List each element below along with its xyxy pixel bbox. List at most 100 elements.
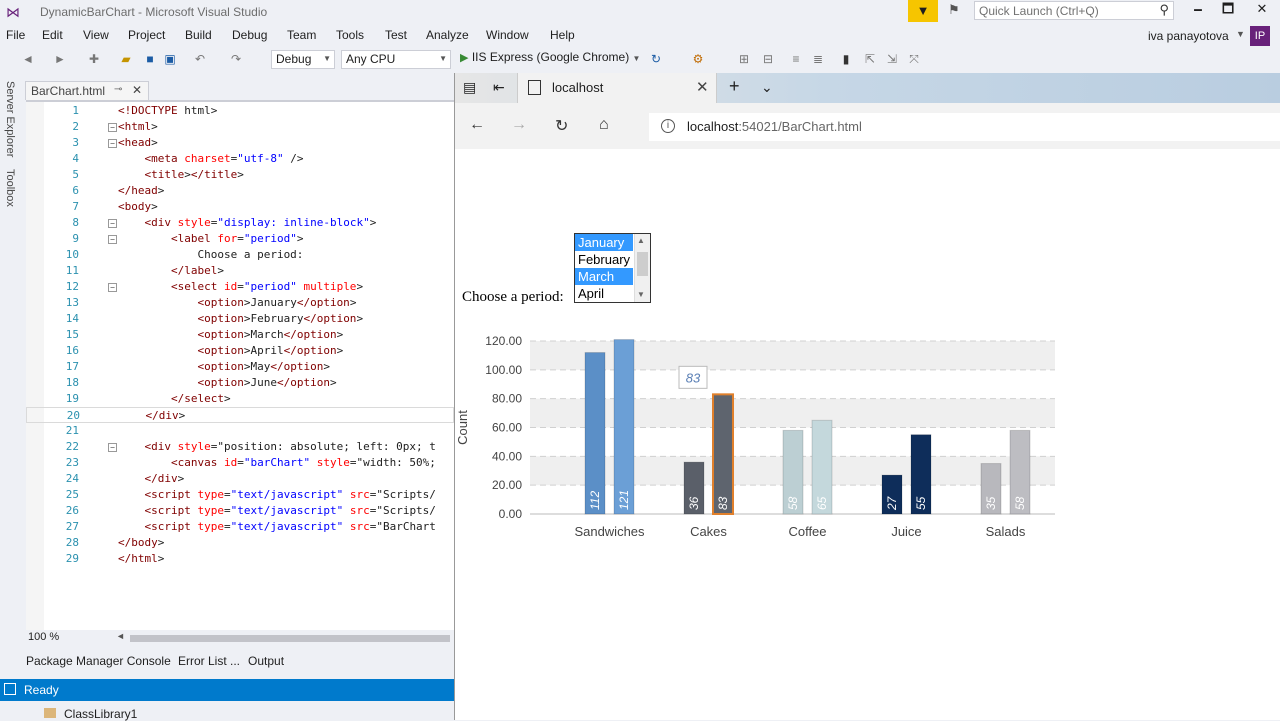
home-icon[interactable]: ⌂ — [599, 116, 609, 134]
feedback-icon[interactable]: ⚑ — [948, 2, 960, 18]
bookmark-icon[interactable]: ▮ — [838, 51, 854, 67]
open-file-icon[interactable]: ▰ — [118, 51, 134, 67]
menu-tools[interactable]: Tools — [336, 28, 364, 42]
code-line[interactable]: 29 </html> — [26, 551, 454, 567]
menu-build[interactable]: Build — [185, 28, 212, 42]
redo-icon[interactable]: ↷ — [228, 51, 244, 67]
code-line[interactable]: 26 <script type="text/javascript" src="S… — [26, 503, 454, 519]
chevron-down-icon[interactable]: ▼ — [1236, 29, 1245, 39]
format-selection-icon[interactable]: ⊟ — [760, 51, 776, 67]
refresh-icon[interactable]: ↻ — [648, 51, 664, 67]
collapse-icon[interactable]: − — [108, 235, 117, 244]
code-editor[interactable]: 1 <!DOCTYPE html> 2− <html> 3− <head> 4 <meta … — [26, 100, 454, 630]
save-all-icon[interactable]: ▣ — [162, 51, 178, 67]
toolbox-tab[interactable]: Toolbox — [4, 169, 16, 207]
code-line[interactable]: 2 − <html> — [26, 119, 454, 135]
code-line[interactable]: 19 </select> — [26, 391, 454, 407]
code-line[interactable]: 6 </head> — [26, 183, 454, 199]
menu-debug[interactable]: Debug — [232, 28, 267, 42]
browser-link-icon[interactable]: ⚙ — [690, 51, 706, 67]
forward-icon[interactable]: → — [511, 116, 527, 134]
new-tab-icon[interactable]: + — [729, 76, 740, 97]
uncomment-icon[interactable]: ≣ — [810, 51, 826, 67]
start-debugging-button[interactable]: ▶ IIS Express (Google Chrome) ▼ — [460, 50, 640, 64]
code-line[interactable]: 4 <meta charset="utf-8" /> — [26, 151, 454, 167]
close-icon[interactable]: ✕ — [696, 78, 709, 96]
menu-analyze[interactable]: Analyze — [426, 28, 469, 42]
document-tab-barchart[interactable]: BarChart.html ⊸ ✕ — [25, 81, 149, 100]
solution-platform-select[interactable]: Any CPU ▼ — [341, 50, 451, 69]
menu-file[interactable]: File — [6, 28, 25, 42]
code-line[interactable]: 1 <!DOCTYPE html> — [26, 103, 454, 119]
code-line[interactable]: 12 − <select id="period" multiple> — [26, 279, 454, 295]
pin-icon[interactable]: ⊸ — [114, 84, 122, 95]
menu-team[interactable]: Team — [287, 28, 316, 42]
collapse-icon[interactable]: − — [108, 139, 117, 148]
collapse-icon[interactable]: − — [108, 123, 117, 132]
tab-output[interactable]: Output — [248, 654, 284, 668]
code-line[interactable]: 25 <script type="text/javascript" src="S… — [26, 487, 454, 503]
maximize-button[interactable]: 🗖 — [1214, 0, 1242, 20]
quick-launch-input[interactable]: Quick Launch (Ctrl+Q) ⚲ — [974, 1, 1174, 20]
code-line[interactable]: 5 <title></title> — [26, 167, 454, 183]
code-line[interactable]: 17 <option>May</option> — [26, 359, 454, 375]
chevron-down-icon[interactable]: ⌄ — [761, 79, 773, 96]
code-line[interactable]: 15 <option>March</option> — [26, 327, 454, 343]
menu-window[interactable]: Window — [486, 28, 529, 42]
server-explorer-tab[interactable]: Server Explorer — [4, 81, 16, 157]
code-line[interactable]: 9 − <label for="period"> — [26, 231, 454, 247]
code-line[interactable]: 8 − <div style="display: inline-block"> — [26, 215, 454, 231]
undo-icon[interactable]: ↶ — [192, 51, 208, 67]
collapse-icon[interactable]: − — [108, 443, 117, 452]
back-icon[interactable]: ← — [469, 116, 485, 134]
code-line[interactable]: 3 − <head> — [26, 135, 454, 151]
solution-configuration-select[interactable]: Debug ▼ — [271, 50, 335, 69]
zoom-level[interactable]: 100 % — [28, 631, 59, 643]
avatar[interactable]: IP — [1250, 26, 1270, 46]
set-tabs-aside-icon[interactable]: ⇤ — [493, 79, 505, 96]
code-line[interactable]: 14 <option>February</option> — [26, 311, 454, 327]
code-line[interactable]: 18 <option>June</option> — [26, 375, 454, 391]
comment-icon[interactable]: ≡ — [788, 51, 804, 67]
collapse-icon[interactable]: − — [108, 283, 117, 292]
save-icon[interactable]: ■ — [142, 51, 158, 67]
code-line[interactable]: 10 Choose a period: — [26, 247, 454, 263]
menu-project[interactable]: Project — [128, 28, 165, 42]
new-project-icon[interactable]: ✚ — [86, 51, 102, 67]
refresh-icon[interactable]: ↻ — [555, 116, 568, 136]
collapse-icon[interactable]: − — [108, 219, 117, 228]
code-line[interactable]: 21 — [26, 423, 454, 439]
menu-help[interactable]: Help — [550, 28, 575, 42]
code-line[interactable]: 23 <canvas id="barChart" style="width: 5… — [26, 455, 454, 471]
clear-bookmarks-icon[interactable]: ⤧ — [906, 51, 922, 67]
close-icon[interactable]: ✕ — [132, 83, 142, 97]
next-bookmark-icon[interactable]: ⇲ — [884, 51, 900, 67]
menu-view[interactable]: View — [83, 28, 109, 42]
horizontal-scrollbar[interactable] — [130, 635, 450, 642]
address-bar[interactable]: i localhost:54021/BarChart.html — [649, 113, 1280, 141]
code-line[interactable]: 16 <option>April</option> — [26, 343, 454, 359]
tab-error-list[interactable]: Error List ... — [178, 654, 240, 668]
code-line[interactable]: 13 <option>January</option> — [26, 295, 454, 311]
back-navigate-icon[interactable]: ◄ — [20, 51, 36, 67]
menu-test[interactable]: Test — [385, 28, 407, 42]
code-line[interactable]: 7 <body> — [26, 199, 454, 215]
menu-edit[interactable]: Edit — [42, 28, 63, 42]
notifications-filter-icon[interactable]: ▼ — [908, 0, 938, 22]
close-window-button[interactable]: ✕ — [1248, 0, 1276, 20]
code-line[interactable]: 11 </label> — [26, 263, 454, 279]
code-line[interactable]: 22 − <div style="position: absolute; left… — [26, 439, 454, 455]
code-line[interactable]: 28 </body> — [26, 535, 454, 551]
scroll-left-icon[interactable]: ◄ — [116, 631, 125, 641]
tab-list-icon[interactable]: ▤ — [463, 79, 476, 96]
format-icon[interactable]: ⊞ — [736, 51, 752, 67]
minimize-button[interactable]: 🗕 — [1184, 0, 1212, 20]
code-line[interactable]: 20 </div> — [26, 407, 454, 423]
code-line[interactable]: 27 <script type="text/javascript" src="B… — [26, 519, 454, 535]
forward-navigate-icon[interactable]: ► — [52, 51, 68, 67]
tab-package-manager-console[interactable]: Package Manager Console — [26, 654, 171, 668]
user-name[interactable]: iva panayotova — [1148, 29, 1229, 43]
code-line[interactable]: 24 </div> — [26, 471, 454, 487]
tab-localhost[interactable]: localhost ✕ — [517, 73, 717, 103]
previous-bookmark-icon[interactable]: ⇱ — [862, 51, 878, 67]
